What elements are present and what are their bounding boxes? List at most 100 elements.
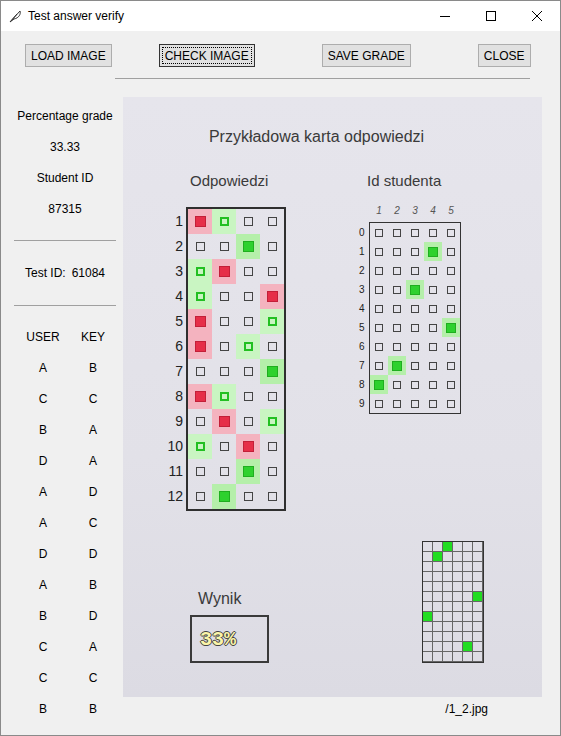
test-id-cell [423,582,433,592]
answer-box-mark [244,217,253,226]
question-numbers: 123456789101112 [166,207,186,511]
id-cell [388,261,406,280]
id-cell [388,394,406,413]
answer-box-mark [268,492,277,501]
test-id-cell [453,612,463,622]
answer-row [188,259,284,284]
id-cell [388,242,406,261]
toolbar-button[interactable]: CHECK IMAGE [159,44,255,67]
question-number: 4 [166,284,186,309]
id-box-mark [411,305,419,313]
test-id-cell [443,592,453,602]
test-id-cell [453,582,463,592]
id-box-mark [393,305,401,313]
result-row: AB [14,353,116,384]
test-id-cell [423,652,433,662]
answer-box-mark [220,292,229,301]
id-row [370,337,460,356]
id-box-mark [393,248,401,256]
id-cell [370,223,388,242]
id-cell [388,299,406,318]
user-answer: C [14,663,72,694]
answer-cell [236,459,260,484]
answer-box-mark [268,467,277,476]
id-box-mark [393,286,401,294]
id-row [370,280,460,299]
maximize-button[interactable] [468,1,514,31]
id-row-label: 1 [359,242,369,261]
answer-cell [188,334,212,359]
user-answer: C [14,384,72,415]
id-cell [370,394,388,413]
id-cell [442,375,460,394]
answer-cell [236,309,260,334]
answer-cell [260,434,284,459]
id-box-mark [411,324,419,332]
answer-box-mark [268,267,277,276]
result-row: CC [14,384,116,415]
answer-cell [188,234,212,259]
id-cell [424,299,442,318]
answer-row [188,459,284,484]
id-row-label: 7 [359,356,369,375]
id-cell [388,356,406,375]
minimize-button[interactable] [422,1,468,31]
answer-cell [188,459,212,484]
answer-box-mark [195,216,206,227]
id-row-label: 2 [359,261,369,280]
test-id-cell [443,632,453,642]
answer-box-mark [243,441,254,452]
answer-cell [260,334,284,359]
test-id-cell [423,632,433,642]
result-row: AB [14,570,116,601]
score-box: 33% [190,615,269,663]
answer-box-mark [268,217,277,226]
answer-row [188,284,284,309]
result-row: DD [14,539,116,570]
answer-box-mark [220,242,229,251]
id-cell [424,261,442,280]
grade-value: 33.33 [14,132,116,163]
id-cell [388,337,406,356]
key-answer: B [72,353,114,384]
close-window-button[interactable] [514,1,560,31]
answers-heading: Odpowiedzi [166,169,286,193]
test-id-cell [463,602,473,612]
result-row: CC [14,663,116,694]
answer-box-mark [220,442,229,451]
test-id-cell [453,562,463,572]
id-box-mark [411,381,419,389]
answer-cell [260,284,284,309]
test-id-cell [423,542,433,552]
id-cell [406,261,424,280]
id-cell [442,242,460,261]
minimize-icon [440,11,450,21]
toolbar-button[interactable]: CLOSE [478,44,531,67]
id-box-mark [393,381,401,389]
test-id-cell [463,592,473,602]
test-id-cell [443,602,453,612]
id-row [370,394,460,413]
id-row-label: 8 [359,375,369,394]
answer-cell [236,284,260,309]
toolbar-button[interactable]: LOAD IMAGE [25,44,112,67]
id-box-mark [447,267,455,275]
result-row: BB [14,694,116,725]
key-answer: A [72,415,114,446]
id-column-headers: 12345 [359,205,461,217]
id-box-mark [411,343,419,351]
toolbar-button[interactable]: SAVE GRADE [322,44,411,67]
id-box-mark [429,324,437,332]
answer-box-mark [220,317,229,326]
separator [14,240,116,241]
answer-cell [212,459,236,484]
answer-box-mark [220,392,229,401]
test-id-cell [423,602,433,612]
answer-row [188,309,284,334]
column-header: KEY [72,322,114,353]
id-cell [424,375,442,394]
answer-box-mark [268,342,277,351]
test-id-cell [463,612,473,622]
id-row [370,242,460,261]
answer-cell [260,209,284,234]
